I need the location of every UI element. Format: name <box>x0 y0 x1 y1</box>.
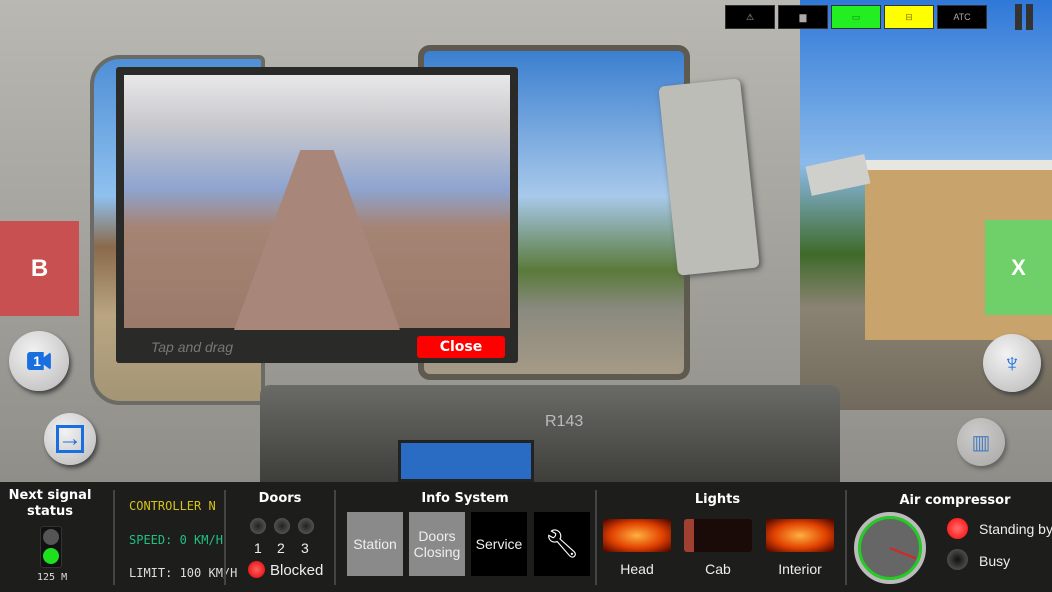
horn-button[interactable]: ♆ <box>983 334 1041 392</box>
train-model-label: R143 <box>545 413 584 430</box>
head-light-switch[interactable] <box>603 519 671 552</box>
driver-console: R143 <box>260 385 840 482</box>
standing-by-led <box>947 518 968 539</box>
gauge-needle <box>889 547 917 560</box>
doors-title: Doors <box>258 491 302 506</box>
speed-limit: LIMIT: 100 KM/H <box>129 566 238 580</box>
warning-indicator[interactable]: ⚠ <box>725 5 775 29</box>
b-button[interactable]: B <box>0 221 79 316</box>
pause-button[interactable] <box>1015 4 1035 30</box>
doors-status: Blocked <box>270 562 324 579</box>
atc-indicator[interactable]: ATC <box>937 5 987 29</box>
divider <box>224 490 226 585</box>
camera-button[interactable]: 1 <box>9 331 69 391</box>
door-2-led <box>274 518 290 534</box>
console-screen <box>398 440 534 482</box>
interior-light-label: Interior <box>778 561 822 577</box>
camera-popup[interactable]: Tap and drag Close <box>116 67 518 363</box>
camera-view[interactable] <box>124 75 510 330</box>
compressor-indicator[interactable]: ▆ <box>778 5 828 29</box>
motor-indicator[interactable]: ▭ <box>831 5 881 29</box>
wrench-icon: 🔧︎ <box>544 528 580 559</box>
door-1-label: 1 <box>254 540 262 556</box>
pause-icon <box>1015 4 1022 30</box>
signal-distance: 125 M <box>37 572 68 583</box>
cab-light-label: Cab <box>705 561 731 577</box>
horn-icon: ♆ <box>1002 347 1022 378</box>
controller-mode: CONTROLLER N <box>129 499 216 513</box>
car-floor <box>234 150 400 330</box>
manual-button[interactable]: ▥ <box>957 418 1005 466</box>
station-button[interactable]: Station <box>347 512 403 576</box>
control-panel: Next signal status 125 M CONTROLLER N SP… <box>0 482 1052 592</box>
standing-by-label: Standing by <box>979 521 1052 537</box>
doors-closing-button[interactable]: Doors Closing <box>409 512 465 576</box>
interior-light-switch[interactable] <box>766 519 834 552</box>
door-3-label: 3 <box>301 540 309 556</box>
battery-icon: ⊟ <box>905 11 913 22</box>
tap-drag-hint: Tap and drag <box>151 339 233 355</box>
air-pressure-gauge <box>854 512 926 584</box>
divider <box>334 490 336 585</box>
lights-title: Lights <box>694 492 741 507</box>
door-1-led <box>250 518 266 534</box>
x-button[interactable]: X <box>985 220 1052 315</box>
exit-icon: → <box>56 425 84 453</box>
pause-icon-bar <box>1026 4 1033 30</box>
air-title: Air compressor <box>899 493 1011 508</box>
info-title: Info System <box>421 491 509 506</box>
cab-light-switch[interactable] <box>684 519 752 552</box>
door-3-led <box>298 518 314 534</box>
service-button[interactable]: Service <box>471 512 527 576</box>
exit-cab-button[interactable]: → <box>44 413 96 465</box>
busy-led <box>947 549 968 570</box>
warning-icon: ⚠ <box>745 11 755 22</box>
settings-button[interactable]: 🔧︎ <box>534 512 590 576</box>
speed-readout: SPEED: 0 KM/H <box>129 533 223 547</box>
divider <box>113 490 115 585</box>
door-2-label: 2 <box>277 540 285 556</box>
close-button[interactable]: Close <box>417 336 505 358</box>
book-icon: ▥ <box>971 431 991 454</box>
busy-label: Busy <box>979 553 1011 569</box>
signal-title: Next signal status <box>8 488 92 519</box>
compressor-icon: ▆ <box>799 11 807 22</box>
divider <box>845 490 847 585</box>
battery-indicator[interactable]: ⊟ <box>884 5 934 29</box>
camera-icon: 1 <box>27 352 51 370</box>
signal-light <box>40 526 62 568</box>
doors-blocked-led <box>248 561 265 578</box>
motor-icon: ▭ <box>851 11 861 22</box>
signal-green-lamp <box>43 548 59 564</box>
head-light-label: Head <box>620 561 654 577</box>
signal-red-lamp <box>43 529 59 545</box>
